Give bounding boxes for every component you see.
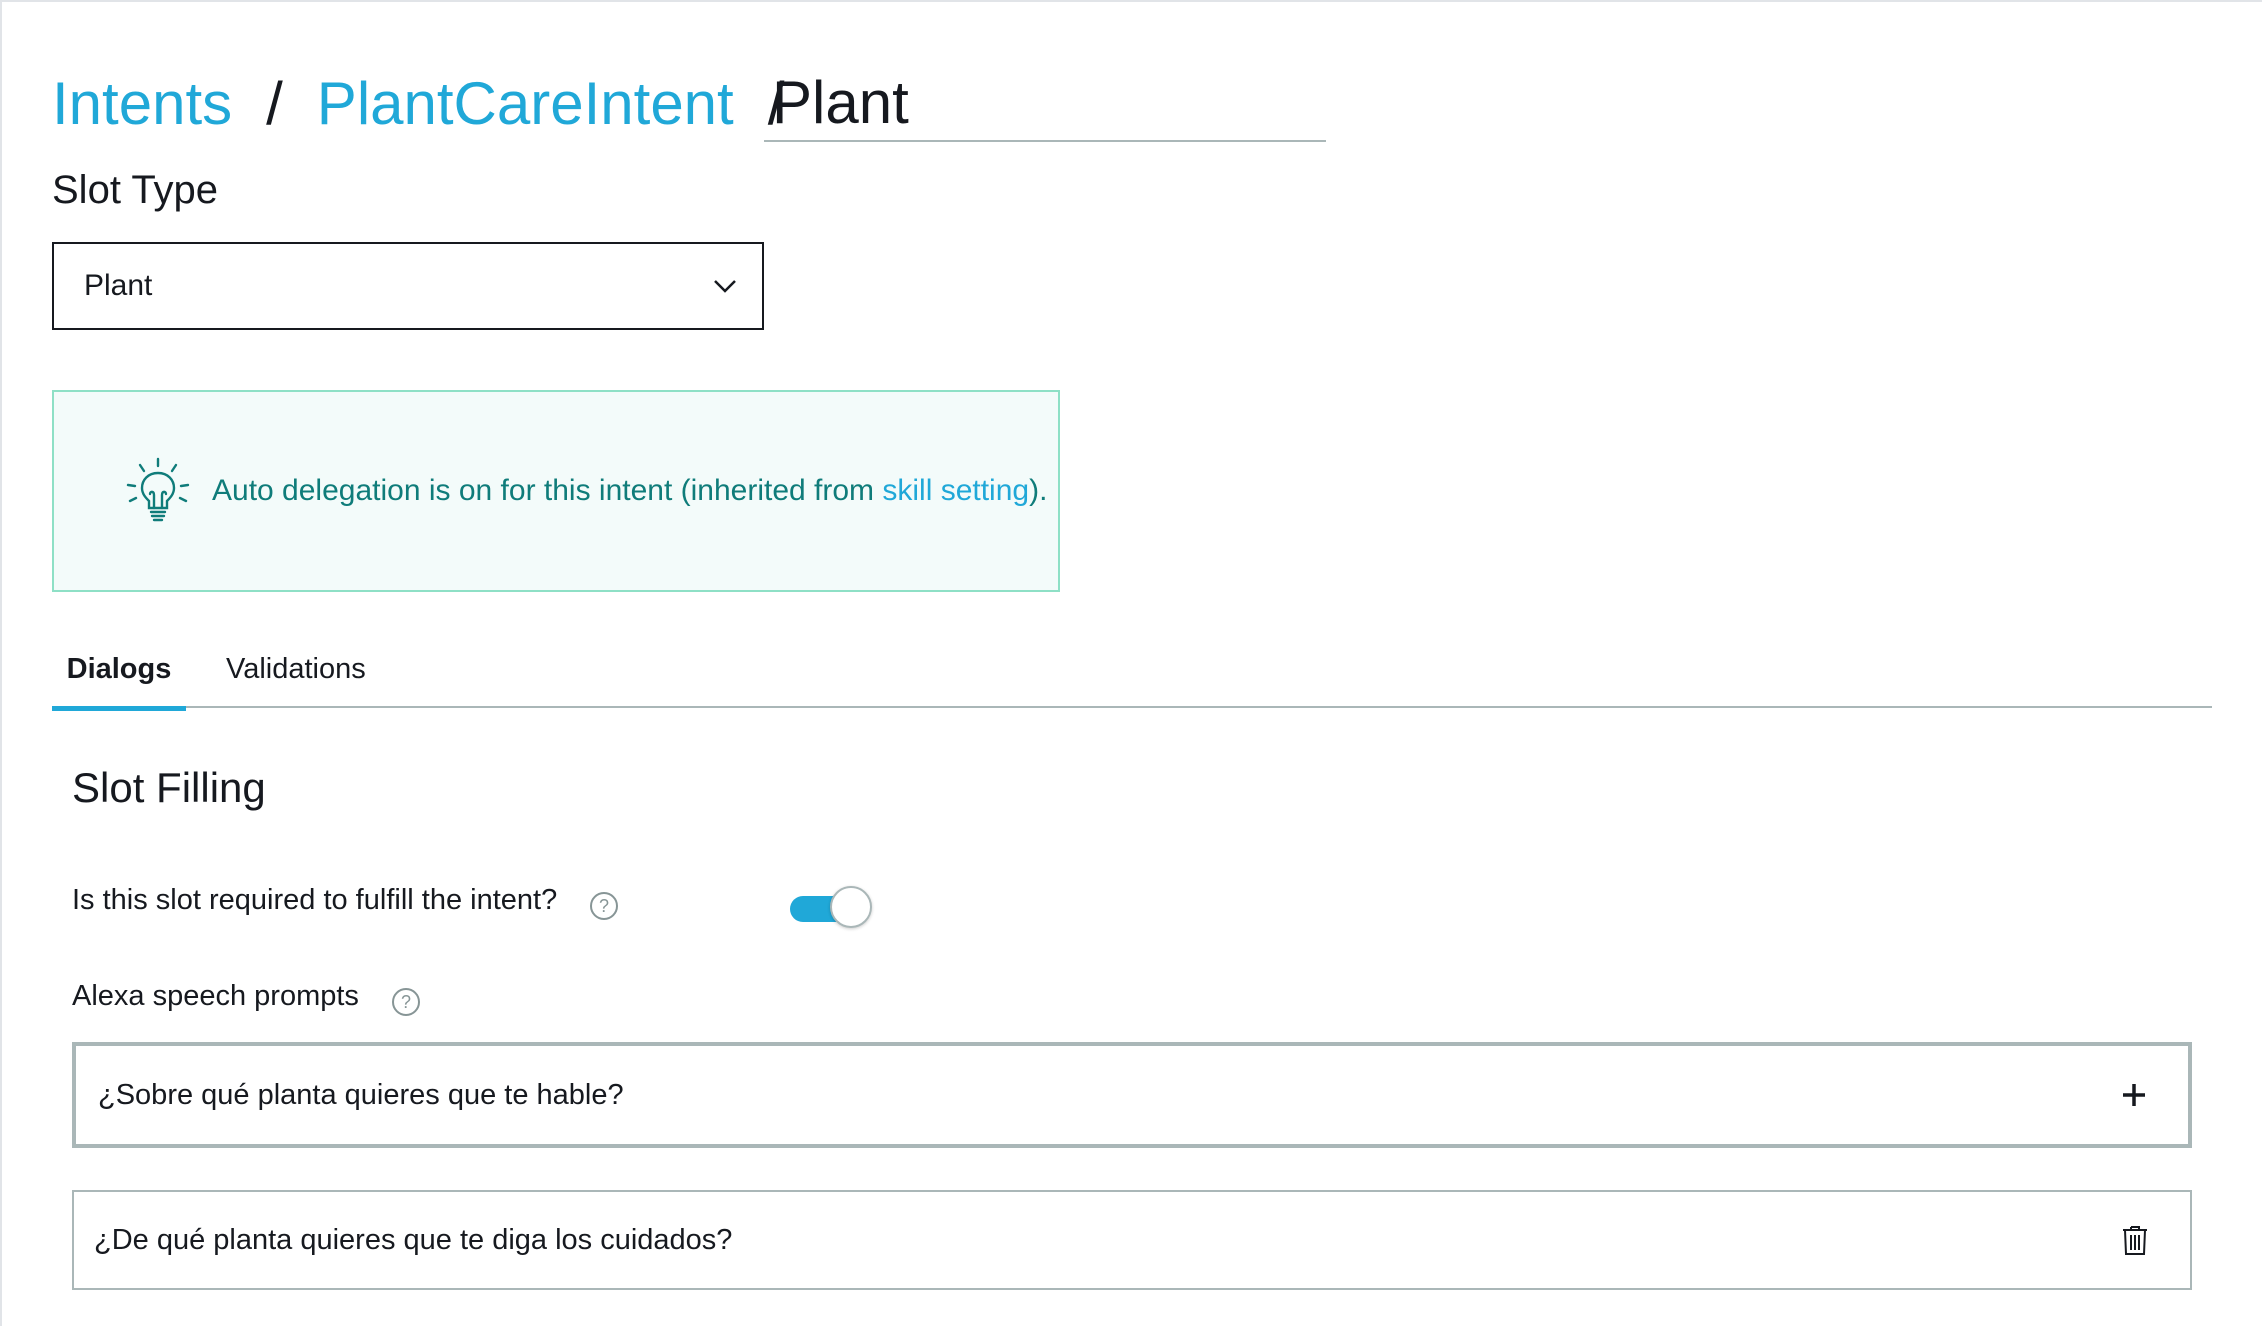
slot-type-selected-value: Plant xyxy=(84,269,153,302)
info-text-after: ). xyxy=(1029,474,1048,507)
slot-name-field xyxy=(764,66,1326,142)
tab-dialogs[interactable]: Dialogs xyxy=(52,630,186,711)
slot-required-label: Is this slot required to fulfill the int… xyxy=(72,884,558,916)
help-icon[interactable]: ? xyxy=(590,892,618,920)
lightbulb-icon xyxy=(120,453,196,529)
breadcrumb-separator: / xyxy=(266,70,283,137)
auto-delegation-info-box: Auto delegation is on for this intent (i… xyxy=(52,390,1060,592)
slot-type-select[interactable]: Plant xyxy=(52,242,764,330)
info-text-before: Auto delegation is on for this intent (i… xyxy=(212,474,883,507)
new-prompt-input[interactable] xyxy=(98,1065,2104,1125)
slot-name-input[interactable] xyxy=(764,66,1326,138)
breadcrumb-intent-link[interactable]: PlantCareIntent xyxy=(317,66,734,142)
new-prompt-field xyxy=(72,1042,2192,1148)
trash-icon[interactable] xyxy=(2110,1215,2160,1265)
slot-type-label: Slot Type xyxy=(52,168,219,212)
chevron-down-icon xyxy=(710,271,740,301)
tab-bar: Dialogs Validations xyxy=(52,630,2212,711)
prompt-list-item: ¿De qué planta quieres que te diga los c… xyxy=(72,1190,2192,1290)
breadcrumb: Intents / PlantCareIntent / xyxy=(52,66,818,142)
alexa-speech-prompts-label: Alexa speech prompts xyxy=(72,980,359,1012)
skill-setting-link[interactable]: skill setting xyxy=(882,474,1029,507)
auto-delegation-text: Auto delegation is on for this intent (i… xyxy=(212,474,1047,508)
slot-required-toggle[interactable] xyxy=(790,886,872,930)
help-icon[interactable]: ? xyxy=(392,988,420,1016)
slot-filling-title: Slot Filling xyxy=(72,764,266,811)
tab-validations[interactable]: Validations xyxy=(226,630,366,708)
plus-icon[interactable] xyxy=(2104,1065,2164,1125)
breadcrumb-intents-link[interactable]: Intents xyxy=(52,66,232,142)
toggle-knob xyxy=(830,886,872,928)
prompt-text[interactable]: ¿De qué planta quieres que te diga los c… xyxy=(94,1224,2110,1257)
